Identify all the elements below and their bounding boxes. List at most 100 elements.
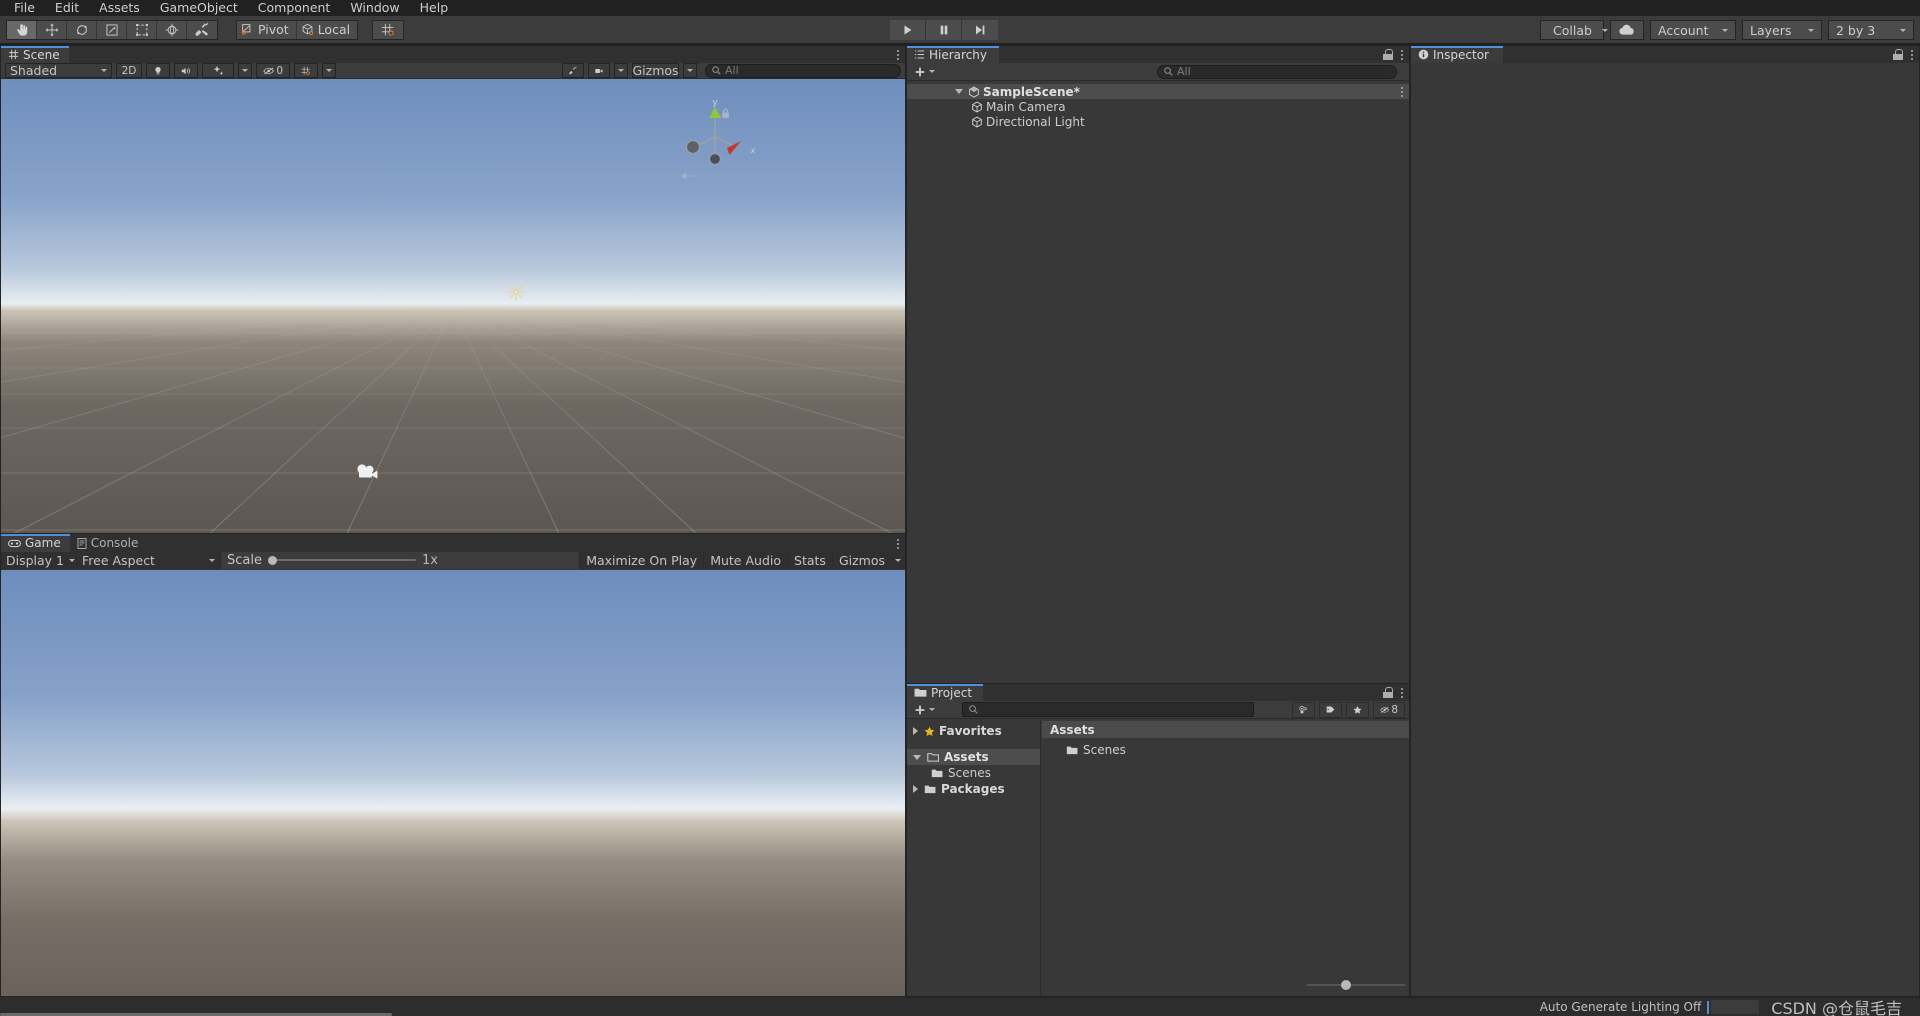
collab-button[interactable]: Collab bbox=[1540, 20, 1608, 40]
layers-button[interactable]: Layers bbox=[1742, 20, 1822, 40]
expand-triangle-icon[interactable] bbox=[913, 727, 918, 735]
rect-tool-button[interactable] bbox=[127, 20, 157, 39]
account-button[interactable]: Account bbox=[1650, 20, 1736, 40]
project-content-item-scenes[interactable]: Scenes bbox=[1042, 741, 1409, 759]
expand-triangle-icon[interactable] bbox=[913, 785, 918, 793]
shading-mode-dropdown[interactable]: Shaded bbox=[5, 63, 112, 78]
project-filter-label-button[interactable] bbox=[1319, 701, 1342, 718]
tab-game[interactable]: Game bbox=[1, 534, 70, 552]
scene-gizmos-caret[interactable] bbox=[683, 63, 697, 78]
gameobject-icon bbox=[972, 116, 982, 127]
move-tool-button[interactable] bbox=[37, 20, 67, 39]
pause-button[interactable] bbox=[926, 20, 962, 40]
scene-audio-toggle[interactable] bbox=[174, 63, 198, 78]
rotate-tool-button[interactable] bbox=[67, 20, 97, 39]
scale-tool-button[interactable] bbox=[97, 20, 127, 39]
menu-item-file[interactable]: File bbox=[4, 0, 45, 16]
svg-text:y: y bbox=[712, 98, 718, 108]
project-tree-item-packages[interactable]: Packages bbox=[907, 781, 1040, 797]
scene-fx-caret[interactable] bbox=[238, 63, 252, 78]
folder-icon bbox=[931, 769, 943, 777]
expand-triangle-icon[interactable] bbox=[913, 754, 921, 760]
scene-menu-icon[interactable] bbox=[896, 48, 899, 61]
stats-button[interactable]: Stats bbox=[787, 551, 832, 569]
pivot-toggle-button[interactable]: Pivot bbox=[237, 20, 297, 39]
project-tree-item-favorites[interactable]: Favorites bbox=[907, 723, 1040, 739]
menu-item-edit[interactable]: Edit bbox=[45, 0, 89, 16]
project-tree-item-scenes[interactable]: Scenes bbox=[907, 765, 1040, 781]
scene-fx-dropdown[interactable] bbox=[202, 63, 234, 78]
tab-hierarchy[interactable]: Hierarchy bbox=[907, 46, 999, 63]
scene-persp-label[interactable] bbox=[681, 172, 695, 183]
scene-tools-button[interactable] bbox=[562, 63, 584, 78]
project-favorites-button[interactable] bbox=[1346, 701, 1369, 718]
menu-item-gameobject[interactable]: GameObject bbox=[150, 0, 248, 16]
mute-audio-button[interactable]: Mute Audio bbox=[703, 551, 788, 569]
project-add-button[interactable] bbox=[911, 704, 938, 716]
tab-project[interactable]: Project bbox=[907, 684, 983, 701]
hierarchy-icon bbox=[914, 50, 925, 59]
game-gizmos-button[interactable]: Gizmos bbox=[831, 551, 891, 569]
layout-button[interactable]: 2 by 3 bbox=[1828, 20, 1914, 40]
inspector-menu-icon[interactable] bbox=[1910, 48, 1913, 61]
project-tabstrip: Project bbox=[907, 684, 1409, 701]
main-camera-gizmo[interactable] bbox=[356, 462, 382, 482]
game-gizmos-caret[interactable] bbox=[891, 551, 905, 569]
game-sky bbox=[1, 570, 905, 996]
zoom-slider-thumb[interactable] bbox=[1341, 980, 1351, 990]
tab-scene[interactable]: Scene bbox=[1, 46, 69, 63]
scene-hidden-objects[interactable]: 0 bbox=[256, 63, 290, 78]
hierarchy-item-label: SampleScene* bbox=[983, 84, 1080, 99]
hierarchy-item-main-camera[interactable]: Main Camera bbox=[907, 99, 1409, 114]
scene-gizmos-button[interactable]: Gizmos bbox=[632, 63, 679, 78]
tab-inspector[interactable]: Inspector bbox=[1411, 46, 1503, 63]
scene-camera-caret[interactable] bbox=[614, 63, 628, 78]
game-menu-icon[interactable] bbox=[896, 537, 899, 550]
hierarchy-item-samplescene[interactable]: SampleScene* bbox=[907, 84, 1409, 99]
game-scale-slider[interactable]: Scale 1x bbox=[221, 551, 444, 569]
expand-triangle-icon[interactable] bbox=[955, 89, 963, 94]
menu-item-assets[interactable]: Assets bbox=[89, 0, 150, 16]
grid-snap-icon[interactable] bbox=[373, 20, 404, 39]
hand-tool-button[interactable] bbox=[7, 20, 37, 39]
step-button[interactable] bbox=[962, 20, 998, 40]
cloud-button[interactable] bbox=[1610, 20, 1644, 40]
custom-tool-button[interactable] bbox=[187, 20, 217, 39]
bottom-scrollbar[interactable] bbox=[0, 997, 906, 1016]
project-lock-icon[interactable] bbox=[1383, 687, 1393, 698]
scene-grid-toggle[interactable] bbox=[294, 63, 318, 78]
project-menu-icon[interactable] bbox=[1400, 686, 1403, 699]
transform-tool-button[interactable] bbox=[157, 20, 187, 39]
maximize-on-play-button[interactable]: Maximize On Play bbox=[579, 551, 704, 569]
project-filter-type-button[interactable] bbox=[1292, 701, 1315, 718]
menu-item-component[interactable]: Component bbox=[248, 0, 341, 16]
inspector-lock-icon[interactable] bbox=[1893, 49, 1903, 60]
hierarchy-menu-icon[interactable] bbox=[1400, 48, 1403, 61]
local-toggle-button[interactable]: Local bbox=[296, 20, 358, 39]
scene-lighting-toggle[interactable] bbox=[146, 63, 170, 78]
scene-camera-button[interactable] bbox=[588, 63, 610, 78]
menu-item-window[interactable]: Window bbox=[340, 0, 409, 16]
scene-row-menu-icon[interactable] bbox=[1400, 85, 1403, 98]
directional-light-gizmo[interactable] bbox=[507, 283, 525, 301]
game-display-dropdown[interactable]: Display 1 bbox=[1, 551, 77, 569]
scale-slider-thumb[interactable] bbox=[267, 555, 277, 565]
project-hidden-count-button[interactable]: 8 bbox=[1373, 701, 1405, 718]
menu-item-help[interactable]: Help bbox=[410, 0, 459, 16]
hierarchy-item-directional-light[interactable]: Directional Light bbox=[907, 114, 1409, 129]
scene-search-input[interactable]: All bbox=[705, 63, 901, 78]
hierarchy-add-button[interactable] bbox=[911, 66, 938, 78]
hierarchy-search-input[interactable]: All bbox=[1157, 64, 1397, 79]
project-search-input[interactable] bbox=[962, 702, 1254, 717]
scene-viewport[interactable]: y x bbox=[1, 79, 905, 533]
scene-grid-caret[interactable] bbox=[322, 63, 336, 78]
tab-console[interactable]: Console bbox=[69, 534, 148, 552]
game-viewport[interactable] bbox=[1, 570, 905, 996]
play-button[interactable] bbox=[890, 20, 926, 40]
project-tree-item-assets[interactable]: Assets bbox=[907, 749, 1040, 765]
project-zoom-slider[interactable] bbox=[1044, 980, 1405, 990]
game-aspect-dropdown[interactable]: Free Aspect bbox=[77, 551, 221, 569]
2d-toggle-button[interactable]: 2D bbox=[116, 63, 142, 78]
hierarchy-lock-icon[interactable] bbox=[1383, 49, 1393, 60]
scene-orientation-gizmo[interactable]: y x bbox=[671, 97, 759, 169]
